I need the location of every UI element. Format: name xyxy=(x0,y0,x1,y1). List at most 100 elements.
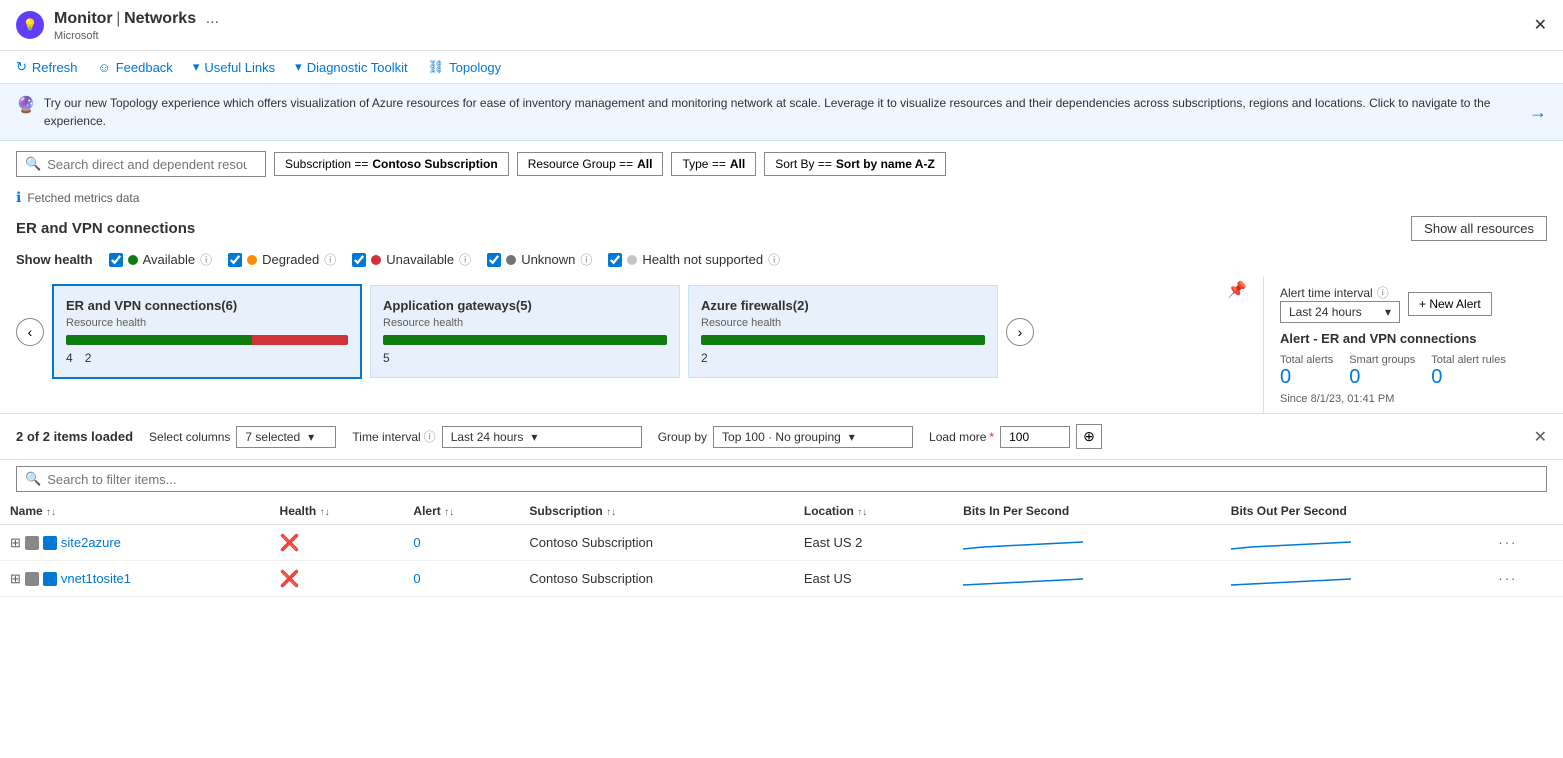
available-info-icon[interactable]: ⓘ xyxy=(200,251,212,268)
refresh-button[interactable]: ↻ Refresh xyxy=(16,59,77,75)
prev-card-button[interactable]: ‹ xyxy=(16,318,44,346)
useful-links-button[interactable]: ▾ Useful Links xyxy=(193,59,275,75)
table-search-icon: 🔍 xyxy=(25,471,41,487)
group-by-select[interactable]: Top 100 · No grouping ▾ xyxy=(713,426,913,448)
cards-and-panel: 📌 ‹ ER and VPN connections(6) Resource h… xyxy=(0,276,1563,413)
resource-card-firewalls[interactable]: Azure firewalls(2) Resource health 2 xyxy=(688,285,998,378)
cards-section: 📌 ‹ ER and VPN connections(6) Resource h… xyxy=(0,276,1263,413)
feedback-button[interactable]: ☺ Feedback xyxy=(97,60,172,75)
interval-chevron-icon: ▾ xyxy=(1385,305,1391,319)
pin-button[interactable]: 📌 xyxy=(1227,280,1247,300)
columns-control: Select columns 7 selected ▾ xyxy=(149,426,336,448)
banner-content: 🔮 Try our new Topology experience which … xyxy=(16,94,1529,130)
search-input[interactable] xyxy=(47,157,247,172)
row-name-cell: ⊞ vnet1tosite1 xyxy=(0,561,270,597)
resource-card-er-vpn[interactable]: ER and VPN connections(6) Resource healt… xyxy=(52,284,362,379)
row-more-actions-2[interactable]: ··· xyxy=(1498,571,1517,586)
load-more-label: Load more * xyxy=(929,430,994,444)
health-not-supported-checkbox[interactable] xyxy=(608,253,622,267)
col-subscription[interactable]: Subscription ↑↓ xyxy=(519,498,793,525)
degraded-checkbox[interactable] xyxy=(228,253,242,267)
interval-control: Time interval ⓘ Last 24 hours ▾ xyxy=(352,426,641,448)
topology-button[interactable]: ⛓ Topology xyxy=(428,59,502,75)
group-by-control: Group by Top 100 · No grouping ▾ xyxy=(658,426,913,448)
row-expand-icon-2[interactable]: ⊞ xyxy=(10,571,21,587)
resource-card-app-gateways[interactable]: Application gateways(5) Resource health … xyxy=(370,285,680,378)
interval-ctrl-info-icon[interactable]: ⓘ xyxy=(424,428,436,445)
row-expand-icon[interactable]: ⊞ xyxy=(10,535,21,551)
row-actions-cell-1: ··· xyxy=(1488,525,1563,561)
row-bits-in-cell-1 xyxy=(953,525,1221,561)
card-health-bar-firewalls xyxy=(701,335,985,345)
columns-chevron-icon: ▾ xyxy=(308,430,314,444)
data-table: Name ↑↓ Health ↑↓ Alert ↑↓ Subscription … xyxy=(0,498,1563,597)
health-unavailable: Unavailable ⓘ xyxy=(352,251,471,268)
type-filter[interactable]: Type == All xyxy=(671,152,756,176)
row-health-cell-2: ❌ xyxy=(270,561,404,597)
banner-arrow-icon[interactable]: → xyxy=(1529,102,1547,123)
card-red-bar xyxy=(252,335,348,345)
row-location-cell-2: East US xyxy=(794,561,953,597)
search-box[interactable]: 🔍 xyxy=(16,151,266,177)
table-search-box[interactable]: 🔍 xyxy=(16,466,1547,492)
row-subscription-cell-2: Contoso Subscription xyxy=(519,561,793,597)
alert-sort-icon: ↑↓ xyxy=(444,507,454,518)
load-more-input[interactable] xyxy=(1000,426,1070,448)
interval-info-icon[interactable]: ⓘ xyxy=(1377,284,1389,301)
unavailable-checkbox[interactable] xyxy=(352,253,366,267)
available-checkbox[interactable] xyxy=(109,253,123,267)
header-subtitle: Microsoft xyxy=(54,30,225,42)
load-more-button[interactable]: ⊕ xyxy=(1076,424,1102,449)
card-title-er-vpn: ER and VPN connections(6) xyxy=(66,298,348,313)
row-net-icon xyxy=(43,536,57,550)
bits-in-chart-1 xyxy=(963,531,1083,551)
row-bits-out-cell-2 xyxy=(1221,561,1489,597)
row-name-link-2[interactable]: vnet1tosite1 xyxy=(61,571,131,586)
header: 💡 Monitor | Networks ... Microsoft ✕ xyxy=(0,0,1563,51)
columns-select[interactable]: 7 selected ▾ xyxy=(236,426,336,448)
close-button[interactable]: ✕ xyxy=(1534,15,1547,35)
columns-label: Select columns xyxy=(149,430,230,444)
diagnostic-toolkit-button[interactable]: ▾ Diagnostic Toolkit xyxy=(295,59,407,75)
interval-control-select[interactable]: Last 24 hours ▾ xyxy=(442,426,642,448)
degraded-info-icon[interactable]: ⓘ xyxy=(324,251,336,268)
feedback-icon: ☺ xyxy=(97,60,110,75)
row-alert-cell-2: 0 xyxy=(403,561,519,597)
card-counts-er-vpn: 4 2 xyxy=(66,351,348,365)
required-indicator: * xyxy=(989,430,994,444)
health-degraded: Degraded ⓘ xyxy=(228,251,336,268)
resource-group-filter[interactable]: Resource Group == All xyxy=(517,152,664,176)
unknown-dot xyxy=(506,255,516,265)
alert-interval-row: Alert time interval ⓘ Last 24 hours ▾ + … xyxy=(1280,284,1547,323)
unknown-info-icon[interactable]: ⓘ xyxy=(580,251,592,268)
close-panel-button[interactable]: ✕ xyxy=(1534,427,1547,447)
col-name[interactable]: Name ↑↓ xyxy=(0,498,270,525)
right-panel: Alert time interval ⓘ Last 24 hours ▾ + … xyxy=(1263,276,1563,413)
row-name-link-1[interactable]: site2azure xyxy=(61,535,121,550)
row-bits-in-cell-2 xyxy=(953,561,1221,597)
subscription-filter[interactable]: Subscription == Contoso Subscription xyxy=(274,152,509,176)
next-card-button[interactable]: › xyxy=(1006,318,1034,346)
table-search-input[interactable] xyxy=(47,472,1538,487)
row-more-actions-1[interactable]: ··· xyxy=(1498,535,1517,550)
col-location[interactable]: Location ↑↓ xyxy=(794,498,953,525)
header-ellipsis-button[interactable]: ... xyxy=(200,8,225,30)
unknown-checkbox[interactable] xyxy=(487,253,501,267)
col-actions xyxy=(1488,498,1563,525)
health-bar: Show health Available ⓘ Degraded ⓘ Unava… xyxy=(0,245,1563,276)
card-green-bar xyxy=(66,335,252,345)
interval-label-group: Alert time interval ⓘ Last 24 hours ▾ xyxy=(1280,284,1400,323)
health-not-supported-info-icon[interactable]: ⓘ xyxy=(768,251,780,268)
new-alert-button[interactable]: + New Alert xyxy=(1408,292,1492,316)
show-all-resources-button[interactable]: Show all resources xyxy=(1411,216,1547,241)
unavailable-info-icon[interactable]: ⓘ xyxy=(459,251,471,268)
row-alert-link-2[interactable]: 0 xyxy=(413,571,420,586)
group-by-label: Group by xyxy=(658,430,707,444)
sort-by-filter[interactable]: Sort By == Sort by name A-Z xyxy=(764,152,946,176)
row-alert-link-1[interactable]: 0 xyxy=(413,535,420,550)
col-health[interactable]: Health ↑↓ xyxy=(270,498,404,525)
row-health-cell-1: ❌ xyxy=(270,525,404,561)
topology-banner: 🔮 Try our new Topology experience which … xyxy=(0,84,1563,141)
col-alert[interactable]: Alert ↑↓ xyxy=(403,498,519,525)
interval-select[interactable]: Last 24 hours ▾ xyxy=(1280,301,1400,323)
